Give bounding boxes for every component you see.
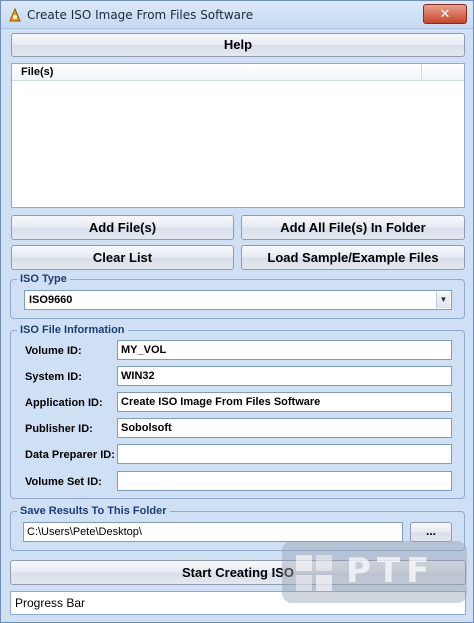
add-files-button[interactable]: Add File(s) <box>11 215 234 240</box>
watermark: PTF <box>282 541 467 603</box>
clear-list-button[interactable]: Clear List <box>11 245 234 270</box>
application-id-input[interactable]: Create ISO Image From Files Software <box>117 392 452 412</box>
title-bar: Create ISO Image From Files Software ✕ <box>1 1 473 29</box>
file-list[interactable]: File(s) <box>11 63 465 208</box>
system-id-input[interactable]: WIN32 <box>117 366 452 386</box>
file-list-header: File(s) <box>12 64 464 81</box>
system-id-label: System ID: <box>25 371 82 383</box>
puzzle-logo-icon <box>296 555 332 591</box>
volume-id-input[interactable]: MY_VOL <box>117 340 452 360</box>
window-title: Create ISO Image From Files Software <box>27 8 254 22</box>
browse-button[interactable]: ... <box>410 522 452 542</box>
iso-info-label: ISO File Information <box>17 324 128 336</box>
volume-set-id-input[interactable] <box>117 471 452 491</box>
volume-id-label: Volume ID: <box>25 345 82 357</box>
publisher-id-input[interactable]: Sobolsoft <box>117 418 452 438</box>
volume-set-id-label: Volume Set ID: <box>25 476 102 488</box>
file-list-column-files[interactable]: File(s) <box>12 64 422 81</box>
save-folder-path-input[interactable]: C:\Users\Pete\Desktop\ <box>23 522 403 542</box>
data-preparer-id-input[interactable] <box>117 444 452 464</box>
app-icon <box>9 7 21 22</box>
add-folder-button[interactable]: Add All File(s) In Folder <box>241 215 465 240</box>
publisher-id-label: Publisher ID: <box>25 423 93 435</box>
chevron-down-icon[interactable]: ▼ <box>436 292 450 308</box>
application-id-label: Application ID: <box>25 397 103 409</box>
iso-type-selected: ISO9660 <box>29 294 73 306</box>
data-preparer-id-label: Data Preparer ID: <box>25 449 115 461</box>
load-sample-button[interactable]: Load Sample/Example Files <box>241 245 465 270</box>
iso-type-select[interactable]: ISO9660 ▼ <box>24 290 452 310</box>
close-button[interactable]: ✕ <box>423 4 467 24</box>
watermark-text: PTF <box>346 551 436 591</box>
progress-bar-label: Progress Bar <box>15 596 86 610</box>
iso-type-label: ISO Type <box>17 273 70 285</box>
help-button[interactable]: Help <box>11 33 465 57</box>
save-folder-label: Save Results To This Folder <box>17 505 170 517</box>
app-window: Create ISO Image From Files Software ✕ H… <box>0 0 474 623</box>
